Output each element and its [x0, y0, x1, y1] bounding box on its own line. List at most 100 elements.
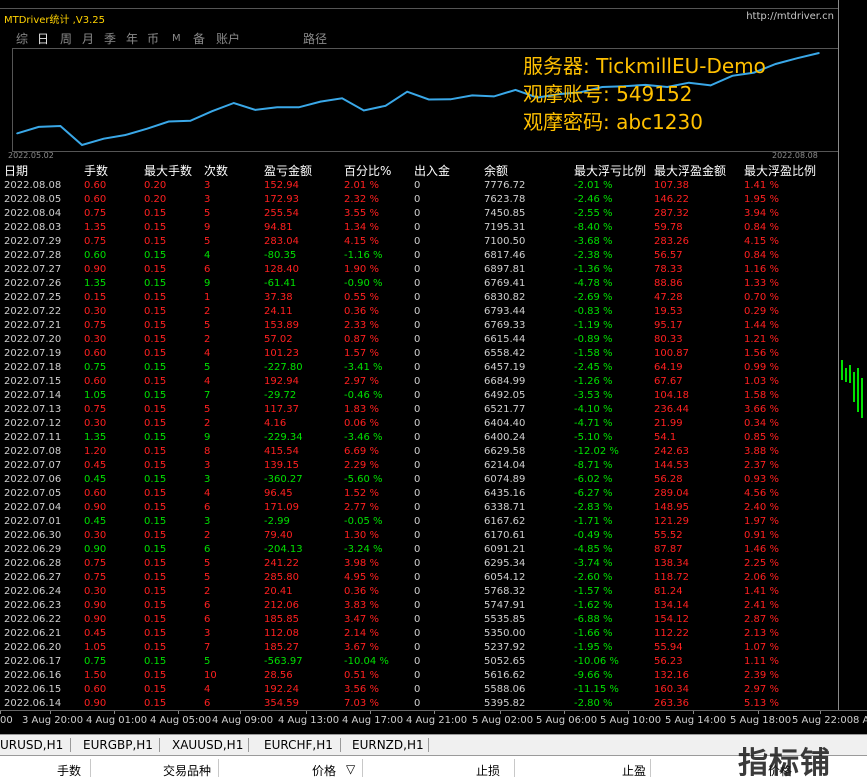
table-cell: 0	[414, 432, 421, 443]
table-cell: 0.29 %	[744, 306, 779, 317]
table-cell: 2.13 %	[744, 628, 779, 639]
table-cell: 2022.06.17	[4, 656, 62, 667]
table-cell: 3.94 %	[744, 208, 779, 219]
table-cell: 0.15	[144, 278, 167, 289]
equity-point	[16, 132, 18, 135]
tab-5[interactable]: 年	[126, 30, 138, 48]
symbol-tab-0[interactable]: URUSD,H1	[0, 738, 63, 752]
terminal-column-1[interactable]: 交易品种	[163, 762, 211, 779]
table-cell: 0.15	[144, 208, 167, 219]
table-cell: 0.15	[144, 684, 167, 695]
time-tick	[564, 711, 565, 714]
tab-4[interactable]: 季	[104, 30, 116, 48]
table-cell: 3.47 %	[344, 614, 379, 625]
table-cell: 0.30	[84, 306, 107, 317]
table-cell: 0.55 %	[344, 292, 379, 303]
tab-3[interactable]: 月	[82, 30, 94, 48]
symbol-tab-2[interactable]: XAUUSD,H1	[172, 738, 243, 752]
table-cell: 2022.06.24	[4, 586, 62, 597]
table-cell: 2	[204, 586, 211, 597]
tab-9[interactable]: 账户	[216, 30, 240, 48]
table-cell: 37.38	[264, 292, 293, 303]
table-cell: 4	[204, 376, 211, 387]
table-cell: 54.1	[654, 432, 677, 443]
table-cell: 2022.07.05	[4, 488, 62, 499]
table-cell: 0.90	[84, 502, 107, 513]
table-row: 2022.07.18 0.75 0.15 5 -227.80 -3.41 % 0 6457.1…	[0, 361, 838, 375]
column-separator	[650, 759, 651, 777]
tab-7[interactable]: M	[172, 30, 181, 48]
table-cell: 0	[414, 376, 421, 387]
symbol-tab-4[interactable]: EURNZD,H1	[352, 738, 424, 752]
table-cell: 1.03 %	[744, 376, 779, 387]
time-label: 5 Aug 10:00	[600, 715, 662, 726]
table-row: 2022.07.11 1.35 0.15 9 -229.34 -3.46 % 0 6400.2…	[0, 431, 838, 445]
equity-point	[297, 106, 300, 109]
table-cell: 7195.31	[484, 222, 526, 233]
table-cell: 4.16	[264, 418, 287, 429]
table-cell: 112.22	[654, 628, 689, 639]
table-cell: 0.60	[84, 250, 107, 261]
table-cell: 241.22	[264, 558, 299, 569]
table-cell: 6684.99	[484, 376, 526, 387]
equity-point	[319, 100, 322, 103]
table-cell: 0.36 %	[344, 586, 379, 597]
table-cell: 152.94	[264, 180, 299, 191]
table-cell: 0.15	[144, 390, 167, 401]
terminal-column-0[interactable]: 手数	[57, 762, 81, 779]
table-cell: -2.60 %	[574, 572, 613, 583]
table-cell: 96.45	[264, 488, 293, 499]
tab-1[interactable]: 日	[37, 30, 49, 48]
symbol-tab-3[interactable]: EURCHF,H1	[264, 738, 333, 752]
table-cell: 3	[204, 180, 211, 191]
table-cell: 1.11 %	[744, 656, 779, 667]
time-tick	[500, 711, 501, 714]
table-cell: 0	[414, 600, 421, 611]
tab-0[interactable]: 综	[16, 30, 28, 48]
terminal-column-2[interactable]: 价格	[312, 762, 336, 779]
table-cell: 6	[204, 264, 211, 275]
table-cell: 2022.08.03	[4, 222, 62, 233]
time-tick	[114, 711, 115, 714]
table-cell: 0	[414, 306, 421, 317]
table-cell: 242.63	[654, 446, 689, 457]
table-cell: 2022.07.14	[4, 390, 62, 401]
table-cell: -3.74 %	[574, 558, 613, 569]
column-header: 盈亏金额	[264, 164, 313, 178]
table-cell: 5616.62	[484, 670, 526, 681]
tab-8[interactable]: 备	[193, 30, 205, 48]
table-cell: 0.60	[84, 488, 107, 499]
symbol-tab-1[interactable]: EURGBP,H1	[83, 738, 153, 752]
table-cell: 5	[204, 404, 211, 415]
table-cell: 4	[204, 250, 211, 261]
table-cell: 6457.19	[484, 362, 526, 373]
table-cell: 0.15	[144, 264, 167, 275]
table-cell: -4.78 %	[574, 278, 613, 289]
table-cell: 2022.06.21	[4, 628, 62, 639]
time-tick	[50, 711, 51, 714]
tab-2[interactable]: 周	[60, 30, 72, 48]
sort-down-icon[interactable]: ▽	[346, 762, 355, 776]
table-cell: 2022.06.14	[4, 698, 62, 709]
table-cell: 354.59	[264, 698, 299, 709]
equity-point	[211, 110, 213, 112]
table-cell: 0.15	[144, 474, 167, 485]
table-cell: 0.15	[144, 292, 167, 303]
terminal-column-3[interactable]: 止损	[476, 762, 500, 779]
table-cell: 0	[414, 404, 421, 415]
table-cell: 6170.61	[484, 530, 526, 541]
table-cell: 2.06 %	[744, 572, 779, 583]
tab-10[interactable]: 路径	[303, 30, 327, 48]
table-cell: 7	[204, 390, 211, 401]
site-url[interactable]: http://mtdriver.cn	[746, 11, 834, 22]
table-cell: 95.17	[654, 320, 683, 331]
table-cell: 6295.34	[484, 558, 526, 569]
equity-point	[167, 120, 170, 123]
tab-6[interactable]: 币	[147, 30, 159, 48]
panel-header: MTDriver统计 ,V3.25 http://mtdriver.cn	[0, 8, 838, 27]
column-separator	[362, 759, 363, 777]
column-header: 日期	[4, 164, 29, 178]
terminal-column-4[interactable]: 止盈	[622, 762, 646, 779]
table-cell: 0.90	[84, 544, 107, 555]
table-cell: 2022.07.01	[4, 516, 62, 527]
